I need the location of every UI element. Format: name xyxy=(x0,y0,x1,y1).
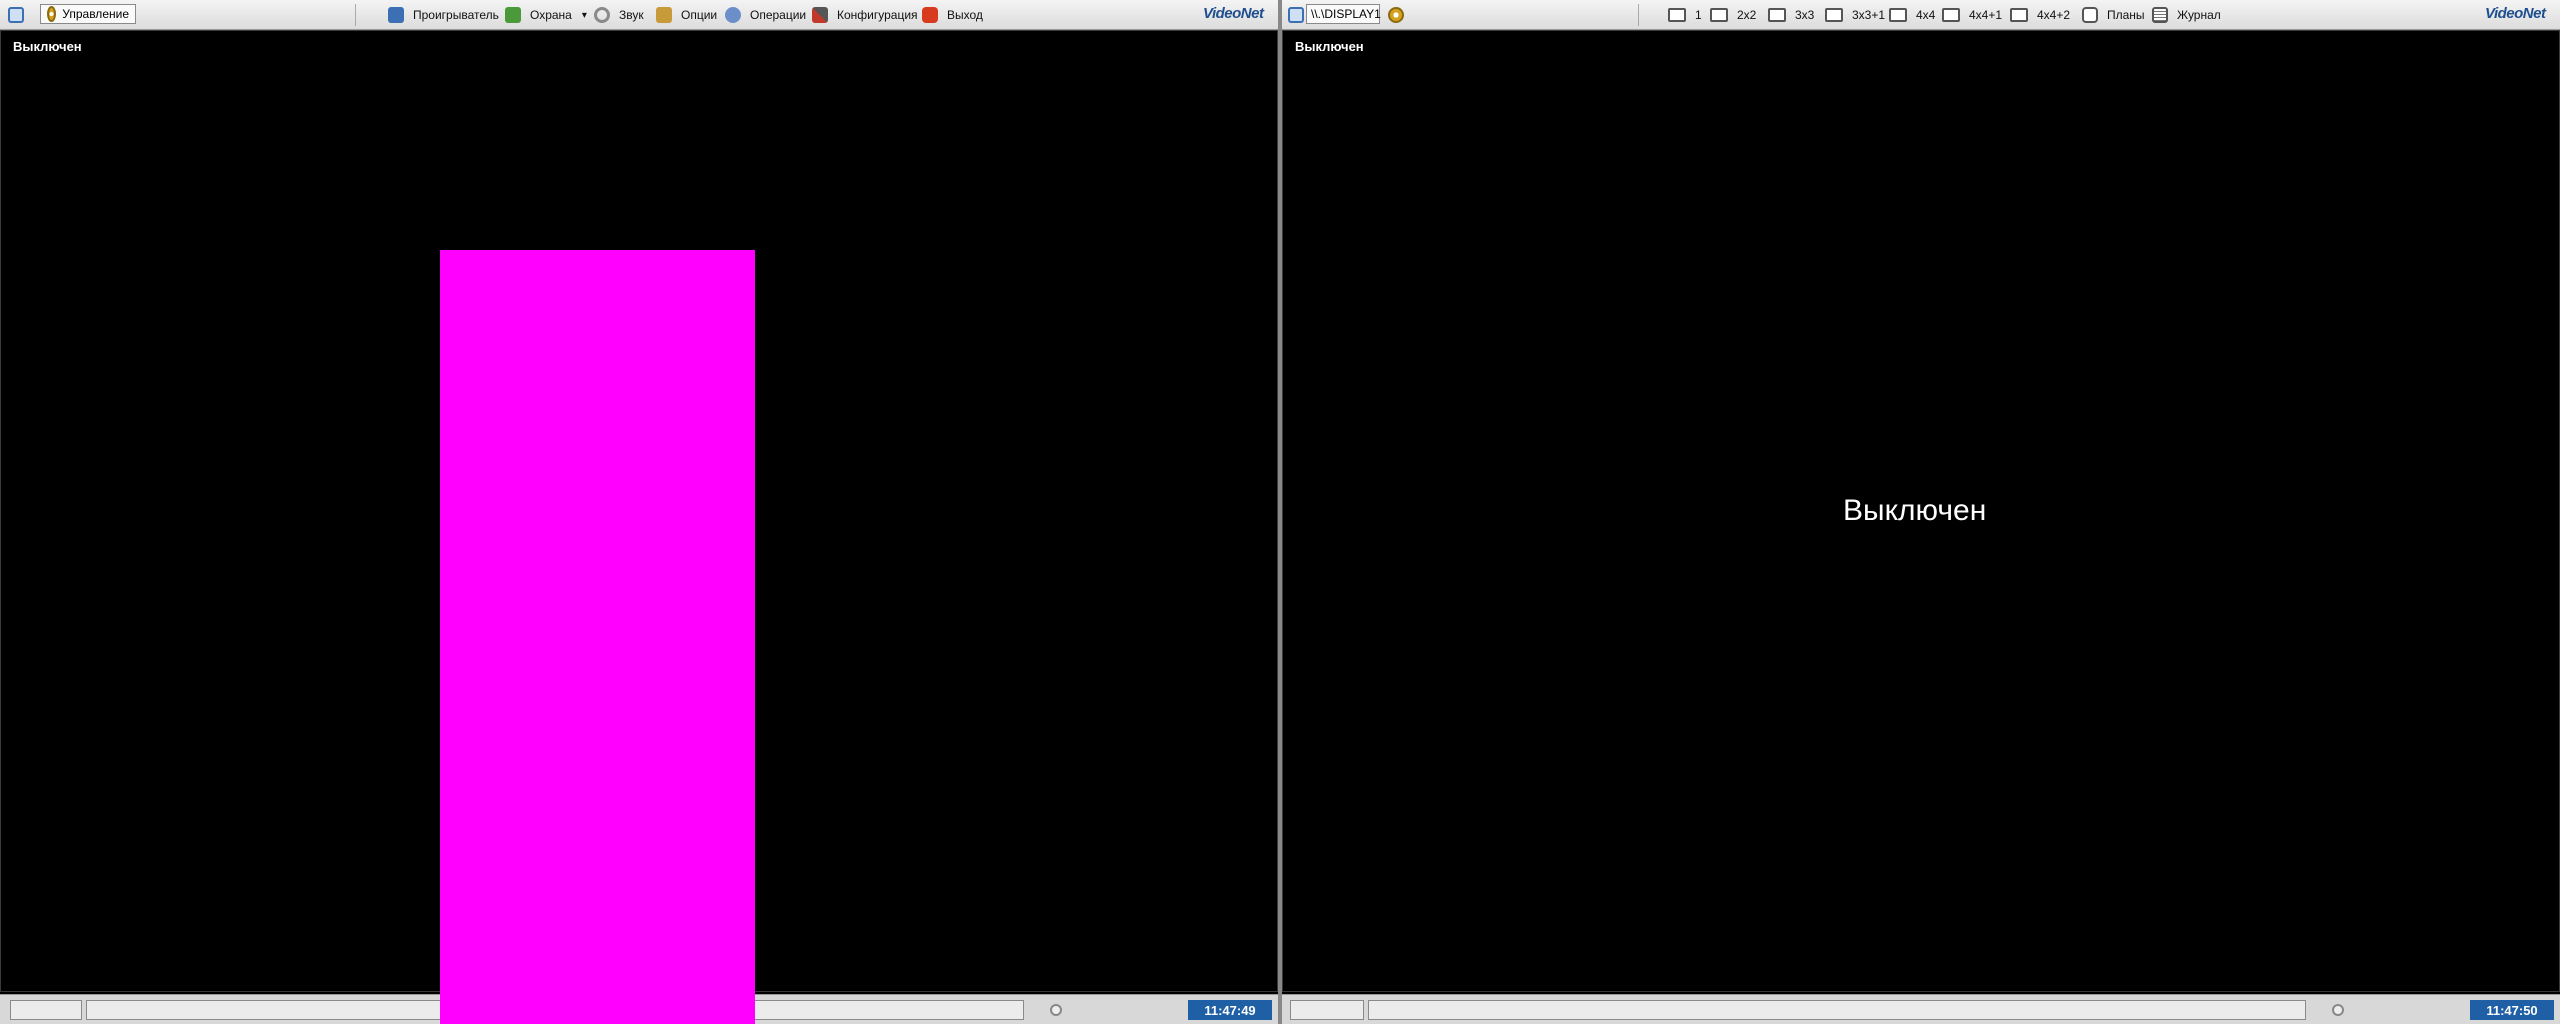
menu-config[interactable]: Конфигурация xyxy=(812,4,918,26)
guard-icon xyxy=(505,7,521,23)
layout-3x3-button[interactable]: 3x3 xyxy=(1768,4,1814,26)
layout-4x4plus2-label: 4x4+2 xyxy=(2037,8,2071,22)
layout-1-icon xyxy=(1668,8,1686,22)
exit-icon xyxy=(922,7,938,23)
plans-button[interactable]: Планы xyxy=(2082,4,2145,26)
menu-sound[interactable]: Звук xyxy=(594,4,644,26)
menu-operations-label: Операции xyxy=(750,8,807,22)
layout-1-label: 1 xyxy=(1695,8,1702,22)
menu-player[interactable]: Проигрыватель xyxy=(388,4,499,26)
journal-button[interactable]: Журнал xyxy=(2152,4,2221,26)
layout-4x4plus1-icon xyxy=(1942,8,1960,22)
sound-icon xyxy=(594,7,610,23)
toolbar-separator xyxy=(1638,4,1639,26)
status-field-1 xyxy=(1290,1000,1364,1020)
right-clock: 11:47:50 xyxy=(2470,1000,2554,1020)
journal-icon xyxy=(2152,7,2168,23)
config-icon xyxy=(812,7,828,23)
right-statusbar: 11:47:50 xyxy=(1282,994,2560,1024)
monitor-icon[interactable] xyxy=(1288,7,1304,23)
plans-icon xyxy=(2082,7,2098,23)
videonet-logo: VideoNet xyxy=(2485,5,2546,22)
layout-4x4-label: 4x4 xyxy=(1916,8,1936,22)
right-pane-center-message: Выключен xyxy=(1843,494,1987,527)
record-indicator-icon xyxy=(2332,1004,2344,1016)
menu-options-label: Опции xyxy=(681,8,718,22)
record-indicator-icon xyxy=(1050,1004,1062,1016)
status-field-2 xyxy=(1368,1000,2306,1020)
menu-options[interactable]: Опции xyxy=(656,4,717,26)
layout-4x4plus2-button[interactable]: 4x4+2 xyxy=(2010,4,2070,26)
layout-2x2-icon xyxy=(1710,8,1728,22)
menu-exit[interactable]: Выход xyxy=(922,4,983,26)
layout-4x4-button[interactable]: 4x4 xyxy=(1889,4,1935,26)
layout-2x2-label: 2x2 xyxy=(1737,8,1757,22)
player-icon xyxy=(388,7,404,23)
menu-exit-label: Выход xyxy=(947,8,983,22)
operations-icon xyxy=(725,7,741,23)
control-button-label: Управление xyxy=(62,7,129,21)
layout-3x3-label: 3x3 xyxy=(1795,8,1815,22)
menu-guard[interactable]: Охрана ▾ xyxy=(505,4,587,26)
menu-config-label: Конфигурация xyxy=(837,8,918,22)
layout-3x3plus1-label: 3x3+1 xyxy=(1852,8,1886,22)
left-toolbar: Управление Проигрыватель Охрана ▾ Звук О… xyxy=(0,0,1278,30)
layout-3x3-icon xyxy=(1768,8,1786,22)
layout-3x3plus1-icon xyxy=(1825,8,1843,22)
left-pane-status-label: Выключен xyxy=(13,39,82,54)
menu-player-label: Проигрыватель xyxy=(413,8,499,22)
right-pane-status-label: Выключен xyxy=(1295,39,1364,54)
gear-icon xyxy=(47,6,57,22)
menu-sound-label: Звук xyxy=(619,8,644,22)
magenta-overlay-block xyxy=(440,250,755,1024)
videonet-logo: VideoNet xyxy=(1203,5,1264,22)
left-clock: 11:47:49 xyxy=(1188,1000,1272,1020)
layout-4x4-icon xyxy=(1889,8,1907,22)
toolbar-separator xyxy=(355,4,356,26)
display-label: \\.\DISPLAY1 xyxy=(1311,7,1381,21)
layout-2x2-button[interactable]: 2x2 xyxy=(1710,4,1756,26)
monitor-icon[interactable] xyxy=(8,7,24,23)
journal-label: Журнал xyxy=(2177,8,2221,22)
menu-operations[interactable]: Операции xyxy=(725,4,806,26)
layout-1-button[interactable]: 1 xyxy=(1668,4,1702,26)
gear-icon[interactable] xyxy=(1388,7,1404,23)
options-icon xyxy=(656,7,672,23)
menu-guard-label: Охрана xyxy=(530,8,572,22)
right-video-pane[interactable]: Выключен Выключен xyxy=(1282,30,2560,992)
chevron-down-icon[interactable]: ▾ xyxy=(582,10,587,21)
right-toolbar: \\.\DISPLAY1 1 2x2 3x3 3x3+1 4x4 4x4+1 4… xyxy=(1282,0,2560,30)
layout-4x4plus1-button[interactable]: 4x4+1 xyxy=(1942,4,2002,26)
control-button[interactable]: Управление xyxy=(40,4,136,24)
plans-label: Планы xyxy=(2107,8,2145,22)
layout-4x4plus2-icon xyxy=(2010,8,2028,22)
layout-3x3plus1-button[interactable]: 3x3+1 xyxy=(1825,4,1885,26)
status-field-1 xyxy=(10,1000,82,1020)
display-select-button[interactable]: \\.\DISPLAY1 xyxy=(1306,4,1381,24)
layout-4x4plus1-label: 4x4+1 xyxy=(1969,8,2003,22)
